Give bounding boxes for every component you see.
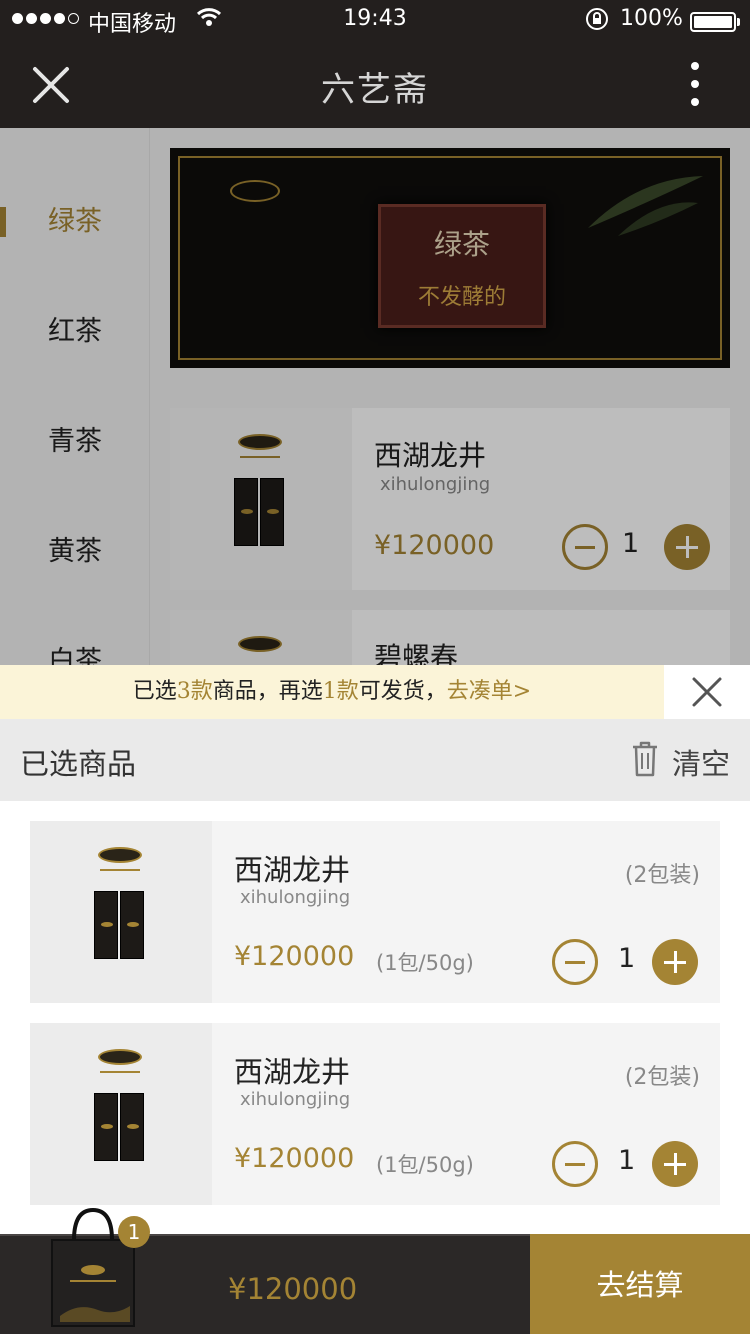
product-pinyin: xihulongjing [240, 887, 351, 908]
product-name: 西湖龙井 [234, 1055, 351, 1089]
increment-button[interactable] [652, 939, 698, 985]
cart-total: ¥120000 [228, 1272, 358, 1306]
notice-text: 可发货， [358, 679, 447, 704]
unit-info: (1包/50g) [376, 951, 474, 975]
cart-bottom-bar: 1 ¥120000 去结算 [0, 1207, 750, 1334]
notice-count-selected: 3款 [176, 679, 213, 704]
notice-count-needed: 1款 [322, 679, 359, 704]
product-pinyin: xihulongjing [240, 1089, 351, 1110]
clear-cart-button[interactable]: 清空 [630, 737, 740, 783]
cart-item[interactable]: 西湖龙井 (2包装) xihulongjing ¥120000 (1包/50g)… [30, 1023, 720, 1205]
cart-item[interactable]: 西湖龙井 (2包装) xihulongjing ¥120000 (1包/50g)… [30, 821, 720, 1003]
status-bar: 中国移动 19:43 100% [0, 0, 750, 40]
clear-label: 清空 [672, 747, 731, 781]
product-name: 西湖龙井 [234, 853, 351, 887]
selected-items-header: 已选商品 清空 [0, 719, 750, 801]
page-title: 六艺斋 [321, 70, 429, 110]
nav-bar: 六艺斋 [0, 40, 750, 128]
notice-text: 已选 [132, 679, 177, 704]
notice-close-button[interactable] [664, 665, 750, 719]
product-image [30, 1023, 212, 1205]
rotation-lock-icon [584, 6, 610, 38]
quantity-value: 1 [618, 943, 636, 974]
product-price: ¥120000 [234, 941, 355, 972]
unit-info: (1包/50g) [376, 1153, 474, 1177]
decrement-button[interactable] [552, 939, 598, 985]
package-info: (2包装) [624, 863, 700, 888]
notice-bar[interactable]: 已选3款商品，再选1款可发货，去凑单> [0, 665, 664, 719]
decrement-button[interactable] [552, 1141, 598, 1187]
product-price: ¥120000 [234, 1143, 355, 1174]
brand-logo [98, 847, 142, 863]
checkout-button[interactable]: 去结算 [530, 1234, 750, 1334]
package-info: (2包装) [624, 1065, 700, 1090]
brand-logo [98, 1049, 142, 1065]
selected-items-title: 已选商品 [20, 747, 137, 781]
trash-icon [633, 741, 657, 777]
add-more-link[interactable]: 去凑单> [447, 679, 531, 704]
more-vertical-icon[interactable] [680, 58, 710, 112]
product-image [30, 821, 212, 1003]
notice-text: 商品，再选 [212, 679, 323, 704]
quantity-value: 1 [618, 1145, 636, 1176]
battery-percent: 100% [620, 6, 683, 31]
increment-button[interactable] [652, 1141, 698, 1187]
battery-icon [690, 12, 740, 32]
cart-count-badge: 1 [118, 1216, 150, 1248]
selected-items-list: 西湖龙井 (2包装) xihulongjing ¥120000 (1包/50g)… [0, 801, 750, 1234]
close-icon[interactable] [690, 675, 724, 709]
overlay-dim[interactable] [0, 128, 750, 665]
